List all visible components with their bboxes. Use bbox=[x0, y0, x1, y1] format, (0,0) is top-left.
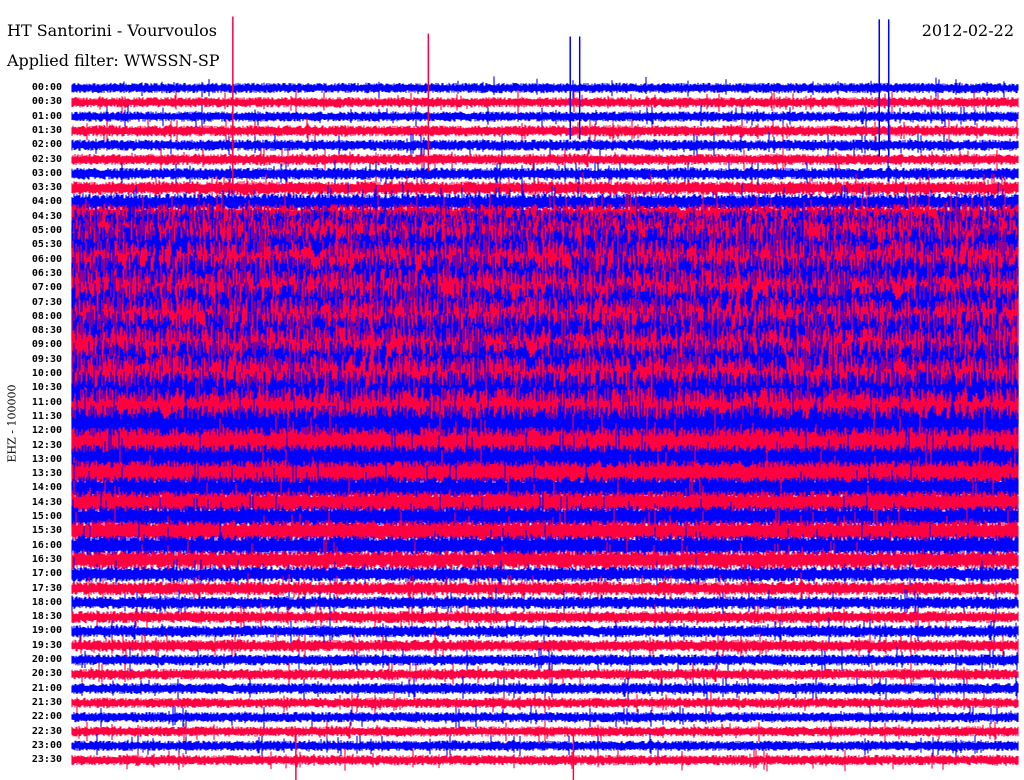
trace-0200 bbox=[71, 132, 1019, 158]
trace-2330 bbox=[71, 748, 1019, 772]
trace-0100 bbox=[71, 104, 1019, 129]
helicorder-plot bbox=[71, 16, 1019, 780]
trace-2230 bbox=[71, 719, 1019, 743]
trace-0000 bbox=[71, 76, 1019, 101]
trace-0030 bbox=[71, 90, 1019, 115]
